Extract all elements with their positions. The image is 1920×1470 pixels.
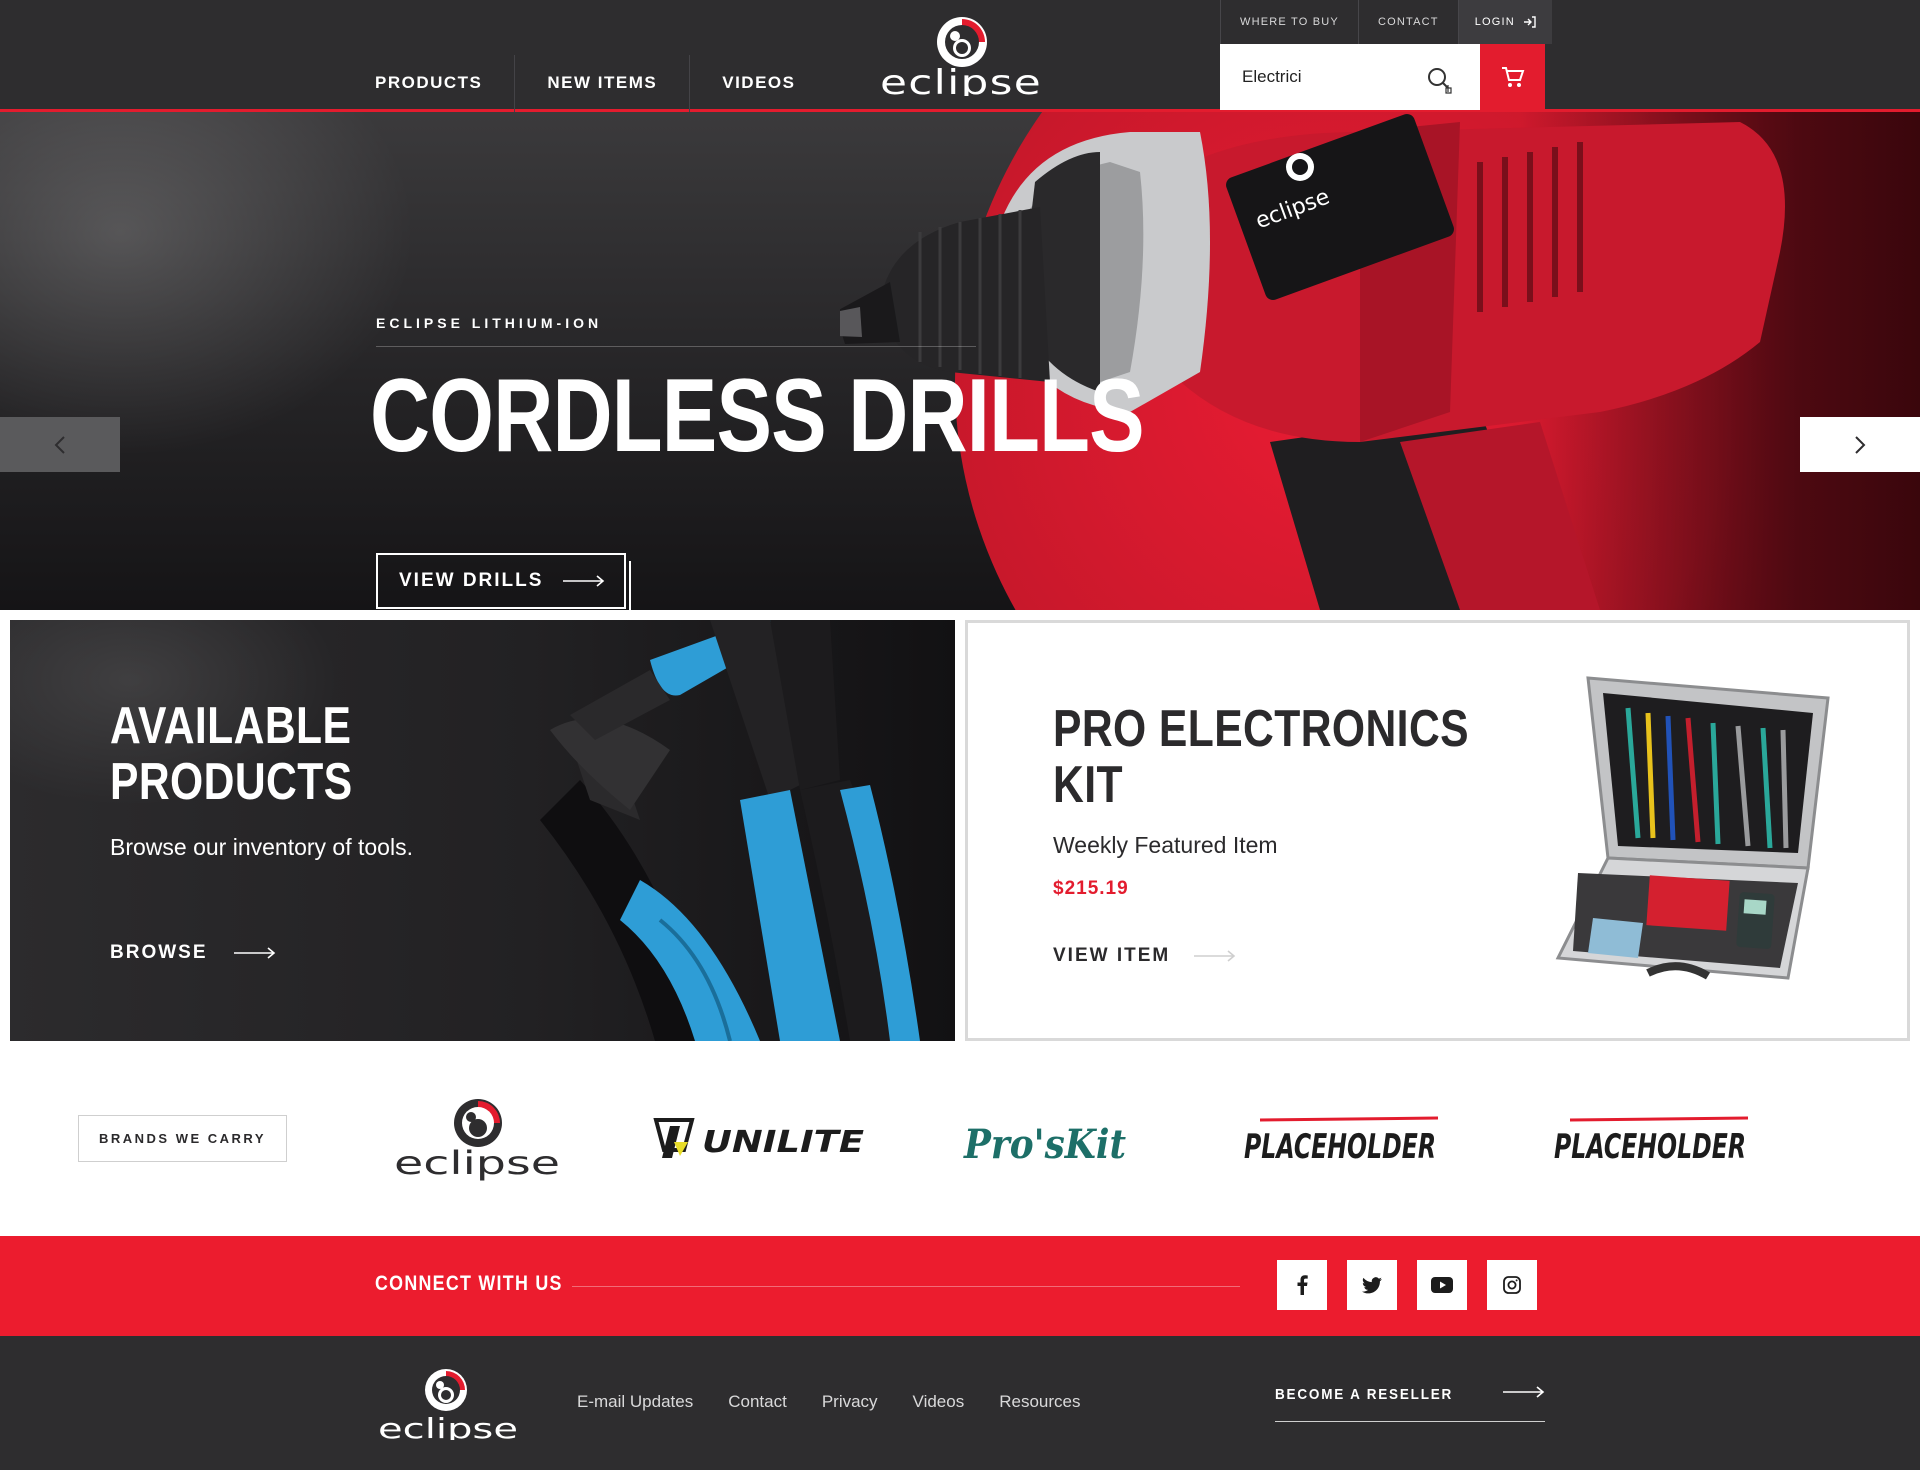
title-line-2: PRODUCTS [110, 753, 353, 811]
title-line-1: AVAILABLE [110, 697, 352, 755]
footer-links: E-mail Updates Contact Privacy Videos Re… [577, 1392, 1116, 1412]
search-button[interactable] [1420, 60, 1460, 100]
brand-placeholder-text: PLACEHOLDER [1244, 1127, 1436, 1167]
available-products-card[interactable]: AVAILABLE PRODUCTS Browse our inventory … [10, 620, 955, 1041]
browse-label: BROWSE [110, 942, 208, 963]
become-reseller-link[interactable]: BECOME A RESELLER [1275, 1386, 1545, 1422]
browse-link[interactable]: BROWSE [110, 942, 276, 964]
facebook-icon [1297, 1275, 1308, 1295]
cart-icon [1501, 67, 1524, 87]
logo-wordmark: eclipse [880, 63, 1042, 96]
login-icon [1523, 16, 1536, 28]
search-input[interactable] [1242, 67, 1422, 87]
view-drills-label: VIEW DRILLS [399, 570, 544, 591]
where-to-buy-link[interactable]: WHERE TO BUY [1220, 0, 1358, 44]
youtube-icon [1431, 1277, 1453, 1293]
login-label: LOGIN [1474, 16, 1515, 28]
hero-title: CORDLESS DRILLS [370, 358, 1145, 474]
brand-placeholder-text: PLACEHOLDER [1554, 1127, 1746, 1167]
nav-new-items[interactable]: NEW ITEMS [515, 54, 691, 112]
title-line-1: PRO ELECTRONICS [1053, 700, 1470, 758]
featured-item-price: $215.19 [1053, 878, 1129, 899]
connect-title: CONNECT WITH US [375, 1272, 563, 1295]
footer-link-contact[interactable]: Contact [728, 1392, 787, 1412]
connect-bar: CONNECT WITH US [0, 1236, 1920, 1336]
arrow-right-icon [1503, 1386, 1545, 1398]
instagram-button[interactable] [1487, 1260, 1537, 1310]
cart-button[interactable] [1480, 44, 1545, 110]
available-products-subtitle: Browse our inventory of tools. [110, 834, 413, 860]
brand-unilite-logo[interactable]: UNILITE [652, 1090, 867, 1190]
nav-videos[interactable]: VIDEOS [690, 55, 827, 112]
hero-divider [376, 346, 976, 347]
crimping-tools-image [540, 620, 920, 1041]
view-drills-button[interactable]: VIEW DRILLS [376, 553, 631, 610]
brand-unilite-text: UNILITE [702, 1125, 865, 1160]
hero-prev-button[interactable] [0, 417, 120, 472]
arrow-right-icon [1194, 950, 1236, 962]
main-nav: PRODUCTS NEW ITEMS VIDEOS [343, 54, 828, 112]
footer-link-resources[interactable]: Resources [999, 1392, 1080, 1412]
instagram-icon [1503, 1276, 1521, 1294]
featured-item-subtitle: Weekly Featured Item [1053, 832, 1278, 858]
featured-item-title: PRO ELECTRONICS KIT [1053, 701, 1469, 813]
eclipse-logo[interactable]: eclipse [878, 14, 1054, 96]
site-header: PRODUCTS NEW ITEMS VIDEOS eclipse WHERE … [0, 0, 1920, 112]
arrow-right-icon [563, 575, 605, 587]
contact-link[interactable]: CONTACT [1357, 0, 1458, 44]
title-line-2: KIT [1053, 756, 1123, 814]
footer-link-privacy[interactable]: Privacy [822, 1392, 878, 1412]
footer-link-email-updates[interactable]: E-mail Updates [577, 1392, 693, 1412]
brands-label: BRANDS WE CARRY [78, 1115, 287, 1162]
brand-proskit-text: Pro'sKit [963, 1121, 1126, 1168]
youtube-button[interactable] [1417, 1260, 1467, 1310]
connect-divider [572, 1286, 1240, 1287]
twitter-icon [1362, 1276, 1382, 1293]
search-icon [1428, 68, 1452, 94]
featured-item-card[interactable]: PRO ELECTRONICS KIT Weekly Featured Item… [965, 620, 1910, 1041]
nav-products[interactable]: PRODUCTS [343, 54, 516, 112]
site-footer: eclipse E-mail Updates Contact Privacy V… [0, 1336, 1920, 1470]
view-item-link[interactable]: VIEW ITEM [1053, 945, 1236, 967]
chevron-left-icon [54, 435, 65, 454]
brand-proskit-logo[interactable]: Pro'sKit [960, 1090, 1130, 1190]
tool-kit-image [1555, 676, 1830, 980]
brand-placeholder-logo-1[interactable]: PLACEHOLDER [1240, 1090, 1440, 1190]
view-item-label: VIEW ITEM [1053, 945, 1171, 966]
brand-placeholder-logo-2[interactable]: PLACEHOLDER [1550, 1090, 1750, 1190]
twitter-button[interactable] [1347, 1260, 1397, 1310]
available-products-title: AVAILABLE PRODUCTS [110, 698, 353, 810]
facebook-button[interactable] [1277, 1260, 1327, 1310]
reseller-label: BECOME A RESELLER [1275, 1386, 1454, 1403]
hero-next-button[interactable] [1800, 417, 1920, 472]
utility-links: WHERE TO BUY CONTACT LOGIN [1220, 0, 1552, 44]
hero-slider: eclipse ECLIPSE LITHIUM-ION CORDLESS DRI… [0, 112, 1920, 610]
footer-logo-text: eclipse [378, 1412, 518, 1440]
brand-eclipse-logo[interactable]: eclipse [390, 1090, 570, 1190]
login-link[interactable]: LOGIN [1457, 0, 1552, 44]
footer-eclipse-logo[interactable]: eclipse [376, 1368, 526, 1440]
hero-eyebrow: ECLIPSE LITHIUM-ION [376, 315, 603, 331]
chevron-right-icon [1855, 435, 1866, 454]
footer-link-videos[interactable]: Videos [913, 1392, 965, 1412]
arrow-right-icon [233, 947, 275, 959]
brand-eclipse-text: eclipse [394, 1144, 560, 1182]
